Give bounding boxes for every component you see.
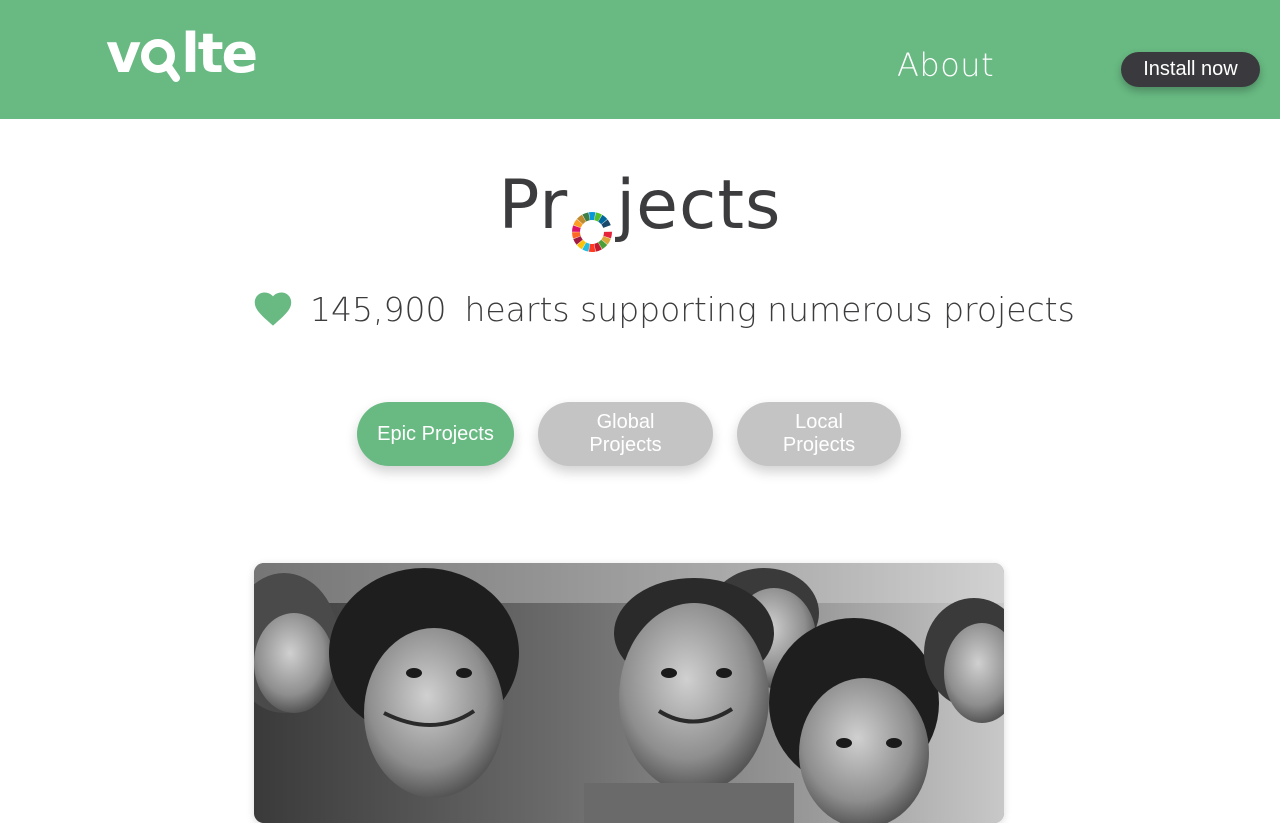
nav-about-link[interactable]: About <box>897 44 994 86</box>
install-now-button[interactable]: Install now <box>1121 52 1260 87</box>
project-card-image[interactable] <box>254 563 1004 823</box>
hearts-summary: 145,900 hearts supporting numerous proje… <box>254 284 1075 334</box>
sdg-color-wheel-icon <box>570 192 614 252</box>
page-title-right: jects <box>616 165 782 245</box>
hearts-text: hearts supporting numerous projects <box>464 289 1075 329</box>
page-title-left: Pr <box>498 165 569 245</box>
children-photo <box>254 563 1004 823</box>
heart-icon <box>254 292 292 326</box>
volte-logo[interactable]: v lte <box>106 22 258 85</box>
tab-global-projects[interactable]: Global Projects <box>538 402 713 466</box>
logo-text-right: lte <box>181 22 258 85</box>
tab-epic-projects[interactable]: Epic Projects <box>357 402 514 466</box>
top-navbar: v lte About Install now <box>0 0 1280 119</box>
page-title: Pr jects <box>0 160 1280 252</box>
tab-local-projects[interactable]: Local Projects <box>737 402 901 466</box>
logo-text-left: v <box>106 22 141 85</box>
project-filter-tabs: Epic Projects Global Projects Local Proj… <box>357 402 901 466</box>
magnifier-icon <box>140 34 181 82</box>
hearts-count: 145,900 <box>310 289 447 329</box>
